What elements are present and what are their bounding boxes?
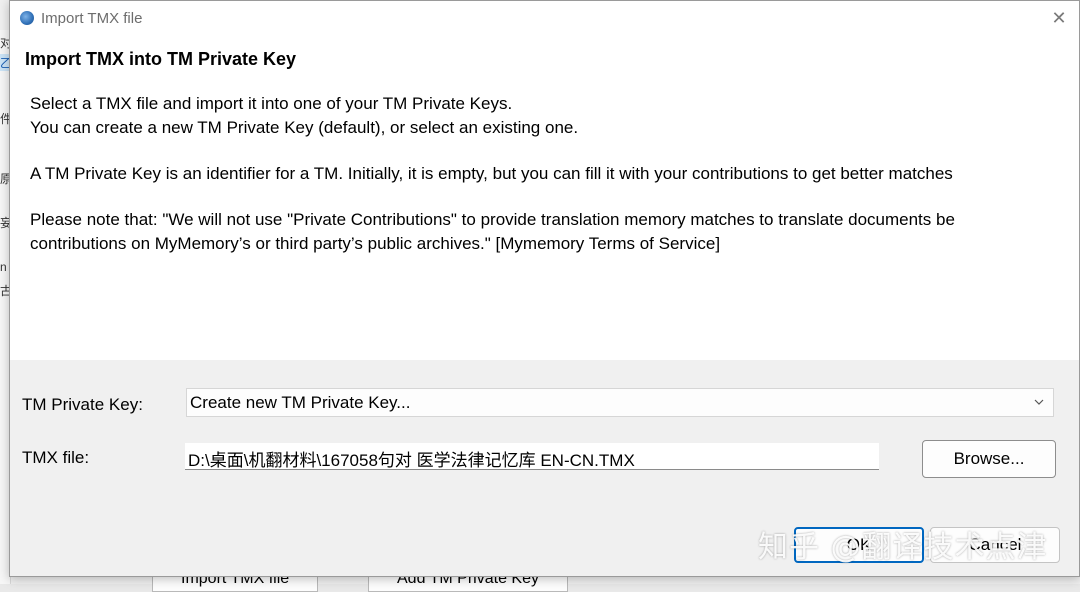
description-line: Select a TMX file and import it into one… <box>30 94 513 113</box>
close-icon[interactable]: ✕ <box>1045 5 1073 31</box>
watermark: 知乎 @翻译技术点津 <box>758 530 1048 565</box>
tmx-file-path-value: D:\桌面\机翻材料\167058句对 医学法律记忆库 EN-CN.TMX <box>188 451 635 470</box>
tm-key-selected-value: Create new TM Private Key... <box>190 393 411 412</box>
tm-key-select[interactable]: Create new TM Private Key... <box>186 388 1054 417</box>
description-panel: Import TMX into TM Private Key Select a … <box>10 35 1079 360</box>
window-title: Import TMX file <box>41 10 143 27</box>
globe-icon <box>20 11 34 25</box>
description-line: A TM Private Key is an identifier for a … <box>30 164 953 183</box>
description-line: Please note that: "We will not use "Priv… <box>30 210 955 229</box>
tm-key-label: TM Private Key: <box>22 395 143 414</box>
title-bar[interactable]: Import TMX file ✕ <box>10 1 1079 35</box>
description-line: You can create a new TM Private Key (def… <box>30 118 579 137</box>
description-line: contributions on MyMemory’s or third par… <box>30 234 721 253</box>
browse-button[interactable]: Browse... <box>922 440 1056 478</box>
chevron-down-icon <box>1034 399 1044 405</box>
tmx-file-label: TMX file: <box>22 448 90 467</box>
tmx-file-path-input[interactable]: D:\桌面\机翻材料\167058句对 医学法律记忆库 EN-CN.TMX <box>185 443 879 470</box>
import-tmx-dialog: Import TMX file ✕ Import TMX into TM Pri… <box>9 0 1080 577</box>
dialog-heading: Import TMX into TM Private Key <box>25 49 297 69</box>
